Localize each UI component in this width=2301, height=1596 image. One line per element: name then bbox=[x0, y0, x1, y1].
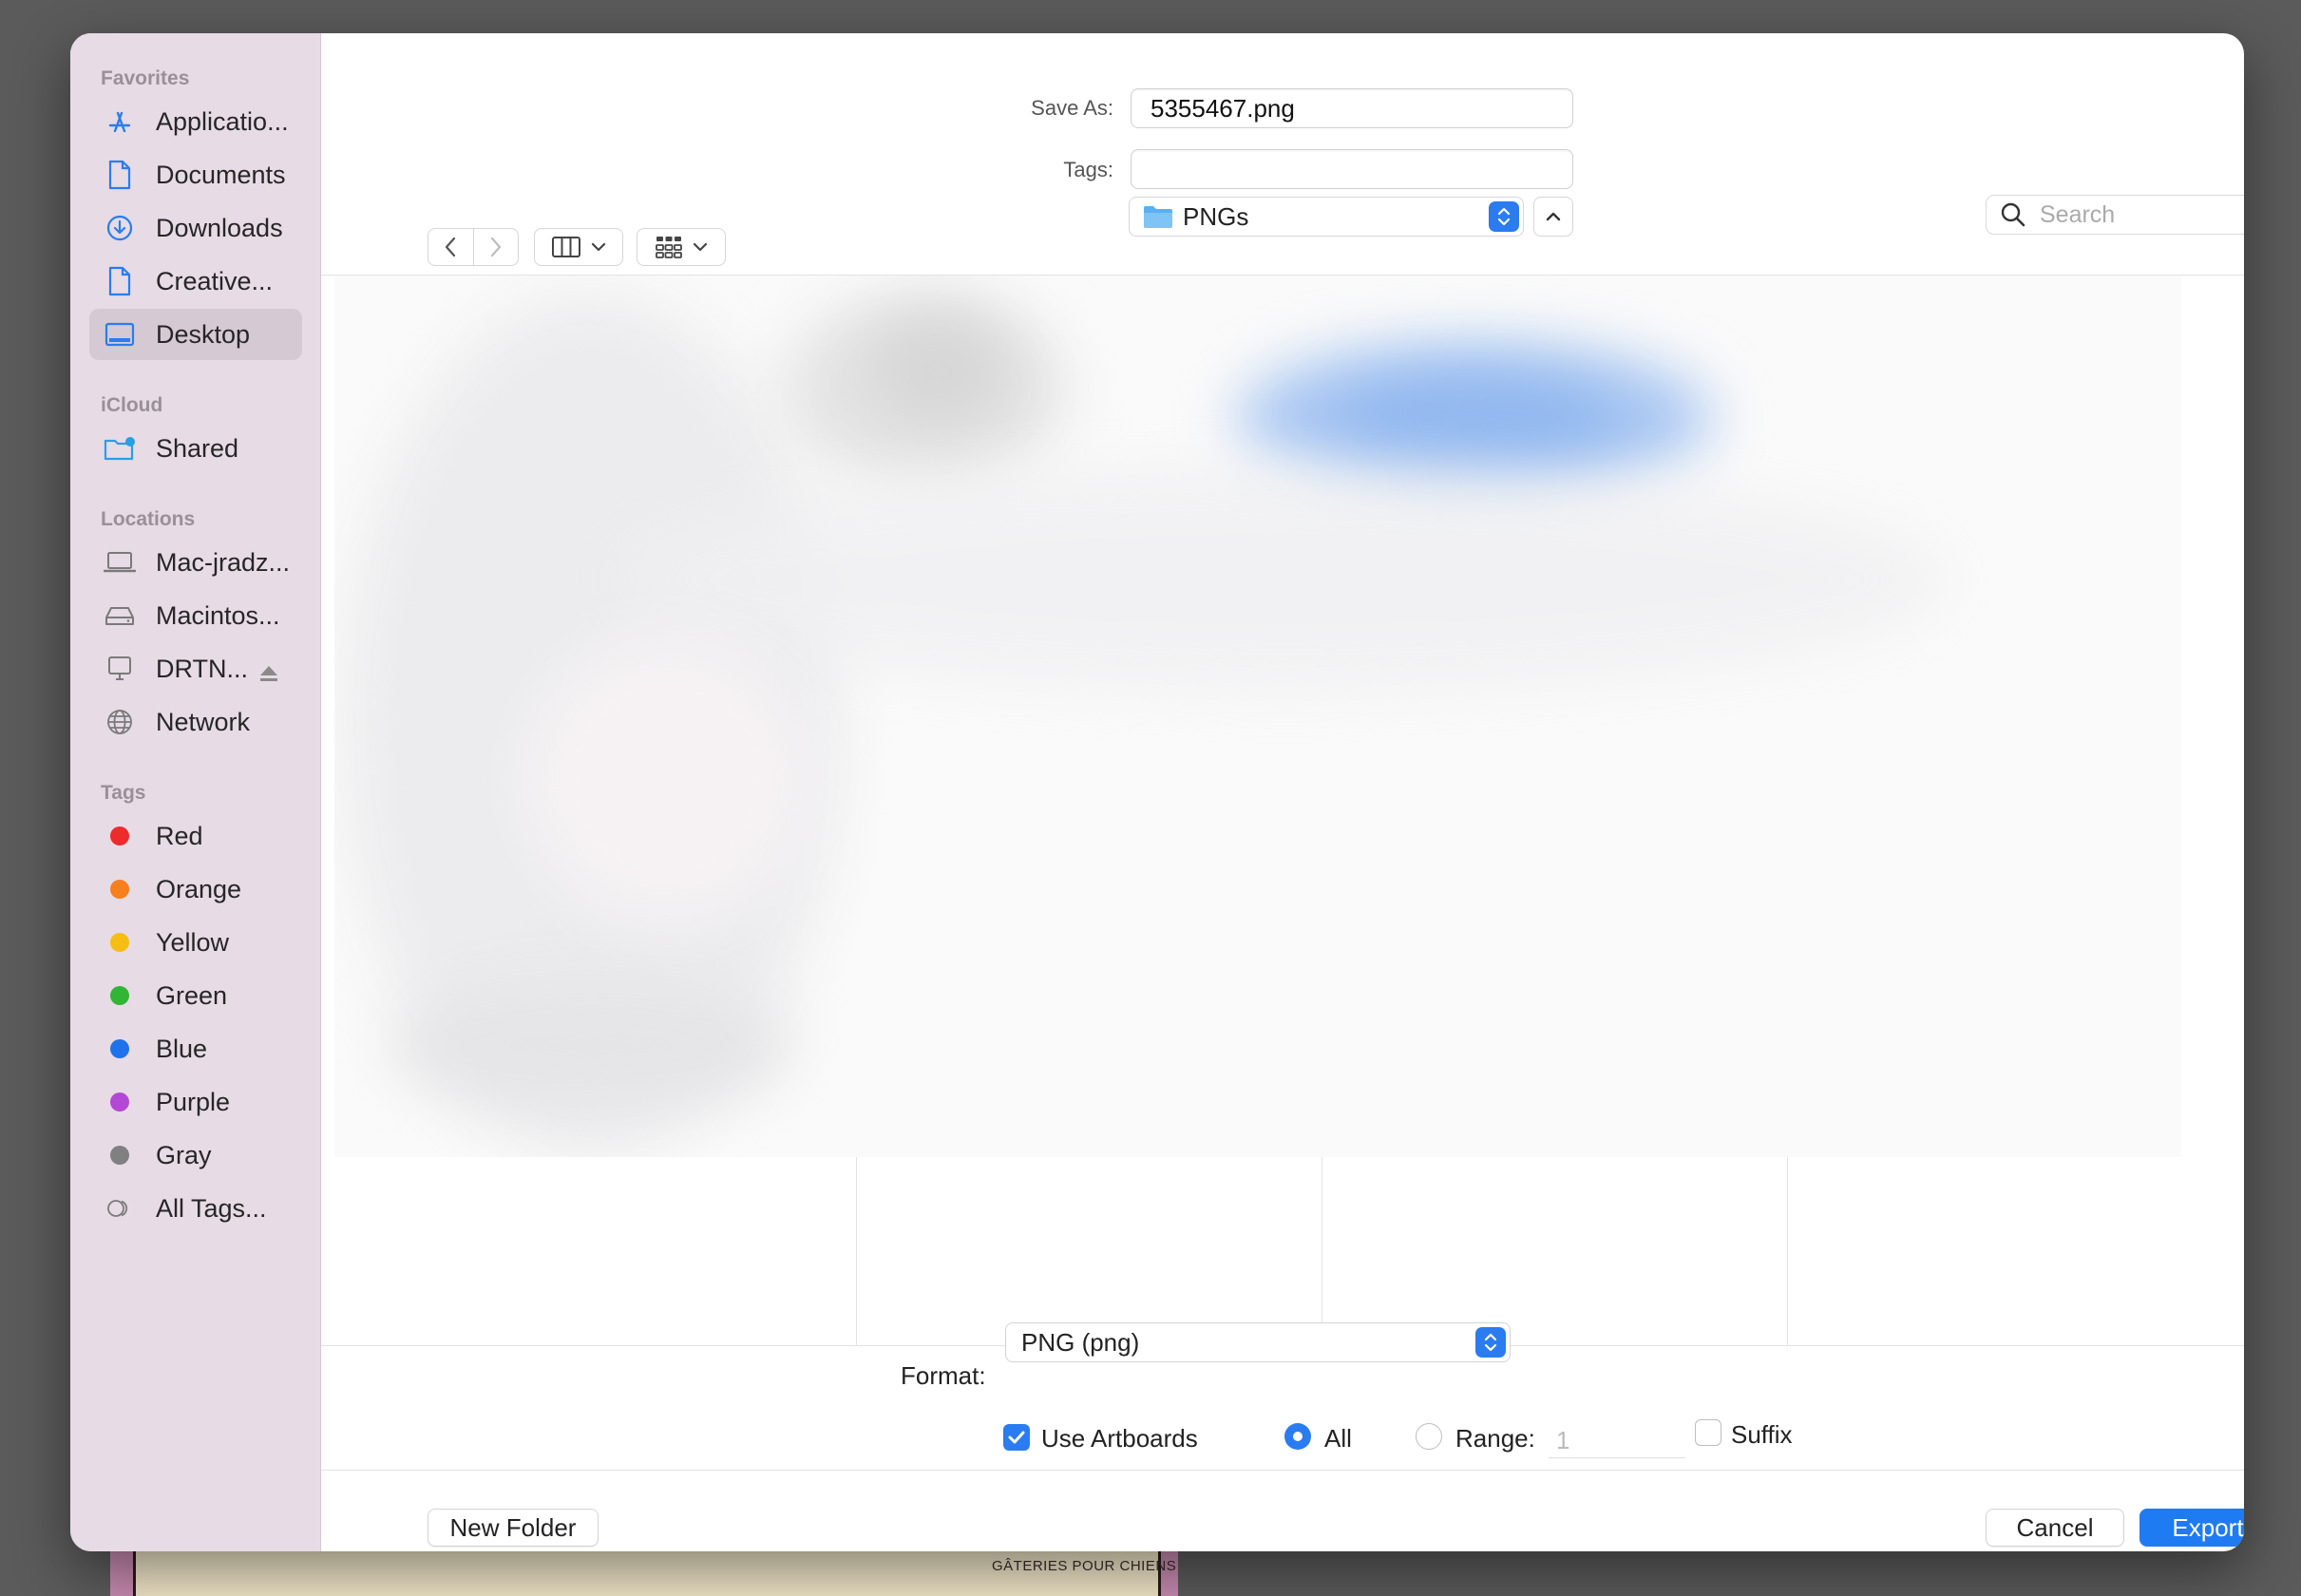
format-value: PNG (png) bbox=[1021, 1328, 1140, 1357]
forward-button[interactable] bbox=[473, 228, 518, 266]
format-label: Format: bbox=[901, 1361, 986, 1390]
chevron-right-icon bbox=[490, 237, 501, 257]
view-mode-button[interactable] bbox=[534, 228, 623, 266]
suffix-checkbox[interactable] bbox=[1695, 1419, 1721, 1446]
sidebar-item-mac[interactable]: Mac-jradz... bbox=[89, 537, 302, 588]
export-dialog: Favorites Applicatio... Documents Downlo… bbox=[70, 33, 2244, 1551]
all-radio[interactable] bbox=[1284, 1423, 1311, 1450]
cancel-button[interactable]: Cancel bbox=[1986, 1509, 2124, 1547]
chevron-down-icon bbox=[693, 242, 708, 252]
tag-dot-red bbox=[110, 826, 129, 846]
export-button[interactable]: Export bbox=[2139, 1509, 2244, 1547]
tag-dot-purple bbox=[110, 1092, 129, 1112]
checkmark-icon bbox=[1008, 1431, 1025, 1444]
sidebar-section-tags: Tags bbox=[101, 782, 146, 804]
chevron-down-icon bbox=[591, 242, 606, 252]
use-artboards-label: Use Artboards bbox=[1041, 1424, 1198, 1453]
range-label: Range: bbox=[1455, 1424, 1535, 1453]
sidebar-item-network[interactable]: Network bbox=[89, 696, 302, 748]
tag-dot-orange bbox=[110, 880, 129, 899]
use-artboards-checkbox[interactable] bbox=[1003, 1424, 1030, 1451]
sidebar-item-drtn[interactable]: DRTN... bbox=[89, 643, 302, 694]
sidebar-item-shared[interactable]: Shared bbox=[89, 423, 302, 474]
sidebar-tag-orange[interactable]: Orange bbox=[89, 864, 302, 915]
hard-drive-icon bbox=[101, 604, 139, 627]
blurred-file-preview bbox=[334, 276, 2181, 1157]
location-popup[interactable]: PNGs bbox=[1129, 197, 1524, 237]
search-icon bbox=[2001, 202, 2025, 227]
format-select[interactable]: PNG (png) bbox=[1005, 1322, 1511, 1362]
eject-icon[interactable] bbox=[258, 660, 279, 690]
sidebar-tag-yellow[interactable]: Yellow bbox=[89, 917, 302, 968]
sidebar-tag-blue[interactable]: Blue bbox=[89, 1023, 302, 1074]
search-placeholder: Search bbox=[2040, 200, 2116, 228]
suffix-label: Suffix bbox=[1731, 1420, 1793, 1449]
new-folder-button[interactable]: New Folder bbox=[428, 1509, 599, 1547]
save-as-label: Save As: bbox=[1031, 96, 1113, 120]
main-panel: Save As: 5355467.png Tags: PNGs Search F… bbox=[321, 33, 2244, 1551]
downloads-icon bbox=[101, 214, 139, 242]
tag-dot-yellow bbox=[110, 933, 129, 952]
file-browser[interactable] bbox=[321, 275, 2244, 1346]
document-icon bbox=[101, 266, 139, 296]
tag-dot-gray bbox=[110, 1146, 129, 1165]
range-input[interactable]: 1 bbox=[1549, 1422, 1685, 1458]
chevron-left-icon bbox=[446, 237, 456, 257]
tags-input[interactable] bbox=[1131, 149, 1573, 189]
sidebar-item-desktop[interactable]: Desktop bbox=[89, 309, 302, 360]
location-label: PNGs bbox=[1183, 201, 1249, 231]
document-icon bbox=[101, 160, 139, 190]
sidebar-item-macintosh-hd[interactable]: Macintos... bbox=[89, 590, 302, 641]
sidebar-tag-green[interactable]: Green bbox=[89, 970, 302, 1021]
save-as-input[interactable]: 5355467.png bbox=[1131, 88, 1573, 128]
sidebar-item-downloads[interactable]: Downloads bbox=[89, 202, 302, 254]
sidebar-tag-all[interactable]: All Tags... bbox=[89, 1183, 302, 1234]
all-label: All bbox=[1324, 1424, 1352, 1453]
grid-view-icon bbox=[656, 237, 682, 258]
background-poster-text: GÂTERIES POUR CHIENS bbox=[992, 1558, 1177, 1574]
expand-collapse-button[interactable] bbox=[1533, 197, 1573, 237]
display-icon bbox=[101, 656, 139, 682]
sidebar-section-locations: Locations bbox=[101, 508, 196, 530]
tags-icon bbox=[101, 1198, 139, 1219]
tag-dot-green bbox=[110, 986, 129, 1005]
sidebar-item-documents[interactable]: Documents bbox=[89, 149, 302, 200]
chevron-up-icon bbox=[1546, 212, 1561, 221]
tag-dot-blue bbox=[110, 1039, 129, 1058]
globe-icon bbox=[101, 708, 139, 736]
sidebar-item-applications[interactable]: Applicatio... bbox=[89, 96, 302, 147]
sidebar-tag-red[interactable]: Red bbox=[89, 810, 302, 862]
folder-icon bbox=[1144, 206, 1172, 228]
group-mode-button[interactable] bbox=[637, 228, 726, 266]
sidebar-tag-gray[interactable]: Gray bbox=[89, 1130, 302, 1181]
applications-icon bbox=[101, 107, 139, 136]
back-button[interactable] bbox=[428, 228, 473, 266]
sidebar-section-icloud: iCloud bbox=[101, 394, 163, 416]
sidebar-section-favorites: Favorites bbox=[101, 67, 190, 89]
range-radio[interactable] bbox=[1416, 1423, 1442, 1450]
updown-chevron-icon bbox=[1475, 1327, 1506, 1358]
sidebar: Favorites Applicatio... Documents Downlo… bbox=[70, 33, 321, 1551]
search-field[interactable]: Search bbox=[1986, 195, 2244, 235]
shared-folder-icon bbox=[101, 435, 139, 462]
tags-label: Tags: bbox=[1063, 158, 1113, 181]
back-forward-group bbox=[428, 228, 519, 266]
columns-view-icon bbox=[552, 237, 580, 257]
laptop-icon bbox=[101, 551, 139, 574]
sidebar-item-creative[interactable]: Creative... bbox=[89, 256, 302, 307]
updown-chevron-icon bbox=[1489, 201, 1519, 232]
sidebar-tag-purple[interactable]: Purple bbox=[89, 1076, 302, 1128]
desktop-icon bbox=[101, 322, 139, 347]
